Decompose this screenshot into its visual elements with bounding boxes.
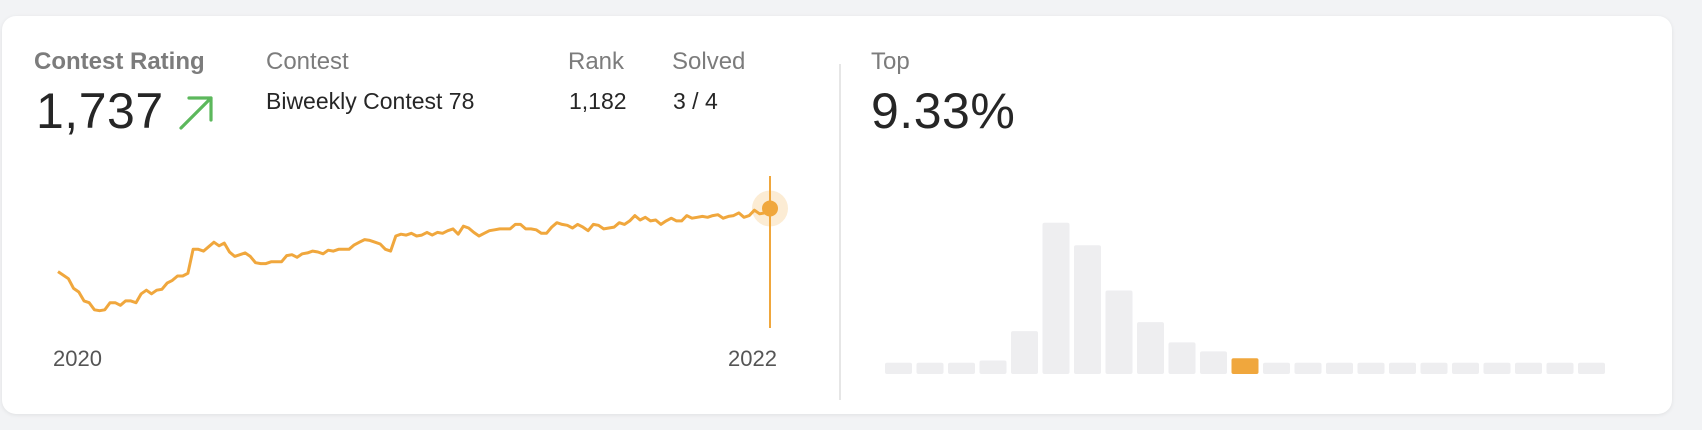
contest-rating-label: Contest Rating xyxy=(34,48,205,75)
distribution-bar xyxy=(1326,362,1353,374)
rank-value: 1,182 xyxy=(569,88,627,114)
distribution-bar xyxy=(1420,362,1448,374)
distribution-bar xyxy=(1231,358,1259,374)
distribution-bar xyxy=(979,360,1007,374)
distribution-bar xyxy=(1578,362,1605,374)
contest-name[interactable]: Biweekly Contest 78 xyxy=(266,88,474,115)
distribution-bar xyxy=(1357,362,1385,374)
distribution-bar xyxy=(1483,362,1511,374)
distribution-bar xyxy=(1294,362,1322,374)
distribution-bar xyxy=(1515,362,1542,374)
rating-distribution-chart[interactable] xyxy=(877,216,1637,391)
contest-rating-value: 1,737 xyxy=(36,83,164,139)
distribution-bar xyxy=(1389,362,1416,374)
distribution-bar xyxy=(1200,351,1227,374)
arrow-up-right-icon xyxy=(179,96,213,130)
distribution-bar xyxy=(1546,362,1574,374)
top-label: Top xyxy=(871,48,910,75)
distribution-bar xyxy=(1452,362,1479,374)
distribution-bar xyxy=(948,362,975,374)
x-tick-label-start: 2020 xyxy=(53,346,102,371)
top-percentage: 9.33% xyxy=(871,83,1016,139)
solved-value: 3 / 4 xyxy=(673,88,718,114)
distribution-bar xyxy=(916,362,944,374)
distribution-bar xyxy=(1168,342,1196,374)
x-tick-label-end: 2022 xyxy=(728,346,777,371)
divider xyxy=(839,64,841,400)
contest-label: Contest xyxy=(266,48,349,75)
distribution-bar xyxy=(885,362,912,374)
distribution-bar xyxy=(1011,331,1038,374)
distribution-bar xyxy=(1105,290,1133,374)
rank-label: Rank xyxy=(568,48,625,75)
distribution-bar xyxy=(1074,245,1101,374)
distribution-bar xyxy=(1042,222,1070,374)
rating-line xyxy=(57,207,771,313)
solved-label: Solved xyxy=(672,48,746,75)
current-point xyxy=(762,200,778,217)
rating-history-chart[interactable] xyxy=(52,166,812,356)
contest-rating-card: Contest Rating 1,737 Contest Biweekly Co… xyxy=(2,16,1672,414)
distribution-bar xyxy=(1137,322,1164,374)
distribution-bar xyxy=(1263,362,1290,374)
